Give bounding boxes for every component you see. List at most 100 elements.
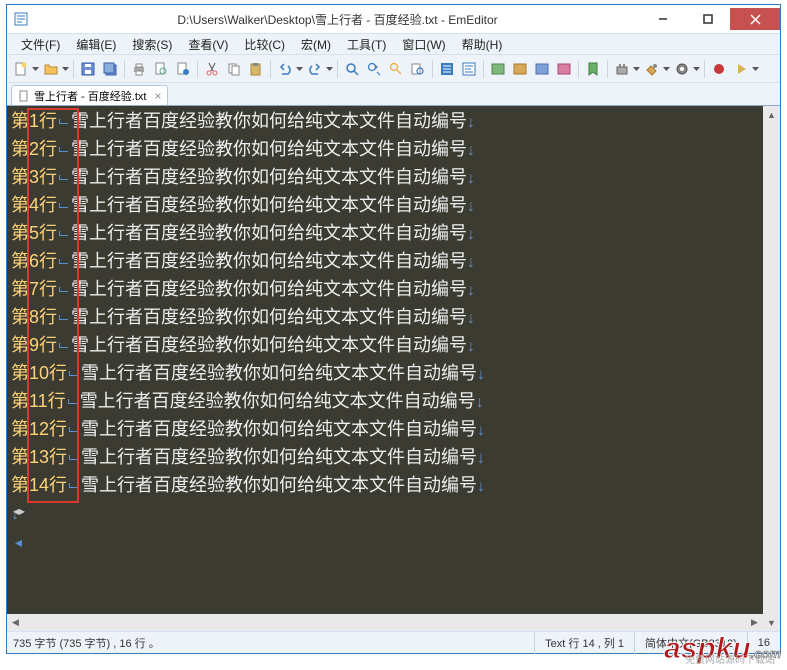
line-prefix: 第2行 xyxy=(11,139,57,159)
newline-icon: ↓ xyxy=(467,142,475,159)
find-in-files-icon[interactable] xyxy=(408,59,428,79)
newline-icon: ↓ xyxy=(467,338,475,355)
window-title: D:\Users\Walker\Desktop\雪上行者 - 百度经验.txt … xyxy=(35,11,640,28)
maximize-button[interactable] xyxy=(685,8,730,30)
separator-icon xyxy=(704,60,705,78)
scroll-track[interactable] xyxy=(24,614,746,631)
editor-line[interactable]: 第12行雪上行者百度经验教你如何给纯文本文件自动编号↓ xyxy=(11,416,776,444)
line-prefix: 第4行 xyxy=(11,195,57,215)
tools-icon[interactable] xyxy=(642,59,662,79)
customize-icon[interactable] xyxy=(672,59,692,79)
bookmark-icon[interactable] xyxy=(583,59,603,79)
tools-dropdown-icon[interactable] xyxy=(662,67,670,71)
newline-icon: ↓ xyxy=(467,310,475,327)
line-prefix: 第13行 xyxy=(11,447,67,467)
open-dropdown-icon[interactable] xyxy=(61,67,69,71)
line-prefix: 第8行 xyxy=(11,307,57,327)
paste-icon[interactable] xyxy=(246,59,266,79)
newline-icon: ↓ xyxy=(467,254,475,271)
scroll-right-icon[interactable]: ▶ xyxy=(746,614,763,631)
undo-dropdown-icon[interactable] xyxy=(295,67,303,71)
scroll-up-icon[interactable]: ▲ xyxy=(763,106,780,123)
undo-icon[interactable] xyxy=(275,59,295,79)
line-body: 雪上行者百度经验教你如何给纯文本文件自动编号 xyxy=(71,167,467,187)
find-next-icon[interactable] xyxy=(364,59,384,79)
line-body: 雪上行者百度经验教你如何给纯文本文件自动编号 xyxy=(81,447,477,467)
properties-icon[interactable] xyxy=(173,59,193,79)
redo-icon[interactable] xyxy=(305,59,325,79)
editor-area[interactable]: 第1行雪上行者百度经验教你如何给纯文本文件自动编号↓第2行雪上行者百度经验教你如… xyxy=(7,105,780,631)
macro-record-icon[interactable] xyxy=(709,59,729,79)
editor-line[interactable]: 第10行雪上行者百度经验教你如何给纯文本文件自动编号↓ xyxy=(11,360,776,388)
editor-line[interactable]: 第3行雪上行者百度经验教你如何给纯文本文件自动编号↓ xyxy=(11,164,776,192)
redo-dropdown-icon[interactable] xyxy=(325,67,333,71)
vertical-scrollbar[interactable]: ▲ ▼ xyxy=(763,106,780,631)
large-file-icon[interactable] xyxy=(554,59,574,79)
open-file-icon[interactable] xyxy=(41,59,61,79)
toolbar xyxy=(7,55,780,83)
plugins-icon[interactable] xyxy=(612,59,632,79)
menu-search[interactable]: 搜索(S) xyxy=(124,34,180,54)
title-bar[interactable]: D:\Users\Walker\Desktop\雪上行者 - 百度经验.txt … xyxy=(7,5,780,33)
config-icon[interactable] xyxy=(488,59,508,79)
separator-icon xyxy=(270,60,271,78)
new-file-icon[interactable] xyxy=(11,59,31,79)
newline-icon: ↓ xyxy=(477,422,485,439)
menu-view[interactable]: 查看(V) xyxy=(180,34,236,54)
cut-icon[interactable] xyxy=(202,59,222,79)
outline-icon[interactable] xyxy=(532,59,552,79)
editor-line[interactable]: 第13行雪上行者百度经验教你如何给纯文本文件自动编号↓ xyxy=(11,444,776,472)
editor-line[interactable]: 第5行雪上行者百度经验教你如何给纯文本文件自动编号↓ xyxy=(11,220,776,248)
customize-dropdown-icon[interactable] xyxy=(692,67,700,71)
editor-content[interactable]: 第1行雪上行者百度经验教你如何给纯文本文件自动编号↓第2行雪上行者百度经验教你如… xyxy=(7,106,780,558)
file-tab[interactable]: 雪上行者 - 百度经验.txt × xyxy=(11,85,168,105)
separator-icon xyxy=(607,60,608,78)
separator-icon xyxy=(578,60,579,78)
line-prefix: 第3行 xyxy=(11,167,57,187)
editor-line[interactable]: 第2行雪上行者百度经验教你如何给纯文本文件自动编号↓ xyxy=(11,136,776,164)
menu-compare[interactable]: 比较(C) xyxy=(236,34,293,54)
tab-close-icon[interactable]: × xyxy=(154,89,161,103)
menu-macros[interactable]: 宏(M) xyxy=(293,34,339,54)
separator-icon xyxy=(432,60,433,78)
close-button[interactable] xyxy=(730,8,780,30)
find-icon[interactable] xyxy=(342,59,362,79)
scroll-down-icon[interactable]: ▼ xyxy=(763,614,780,631)
editor-line[interactable]: 第14行雪上行者百度经验教你如何给纯文本文件自动编号↓ xyxy=(11,472,776,500)
scroll-left-icon[interactable]: ◀ xyxy=(7,614,24,631)
copy-icon[interactable] xyxy=(224,59,244,79)
print-preview-icon[interactable] xyxy=(151,59,171,79)
editor-line[interactable]: 第4行雪上行者百度经验教你如何给纯文本文件自动编号↓ xyxy=(11,192,776,220)
minimize-button[interactable] xyxy=(640,8,685,30)
wrap-none-icon[interactable] xyxy=(437,59,457,79)
horizontal-scrollbar[interactable]: ◀ ▶ xyxy=(7,614,763,631)
editor-line[interactable]: 第6行雪上行者百度经验教你如何给纯文本文件自动编号↓ xyxy=(11,248,776,276)
editor-line[interactable]: 第9行雪上行者百度经验教你如何给纯文本文件自动编号↓ xyxy=(11,332,776,360)
editor-line[interactable]: 第11行雪上行者百度经验教你如何给纯文本文件自动编号↓ xyxy=(11,388,776,416)
menu-file[interactable]: 文件(F) xyxy=(13,34,68,54)
save-icon[interactable] xyxy=(78,59,98,79)
replace-icon[interactable] xyxy=(386,59,406,79)
print-icon[interactable] xyxy=(129,59,149,79)
save-all-icon[interactable] xyxy=(100,59,120,79)
line-body: 雪上行者百度经验教你如何给纯文本文件自动编号 xyxy=(71,139,467,159)
tab-bar: 雪上行者 - 百度经验.txt × xyxy=(7,83,780,105)
tab-label: 雪上行者 - 百度经验.txt xyxy=(34,88,146,104)
wrap-window-icon[interactable] xyxy=(459,59,479,79)
line-prefix: 第6行 xyxy=(11,251,57,271)
macro-play-icon[interactable] xyxy=(731,59,751,79)
macro-dropdown-icon[interactable] xyxy=(751,67,759,71)
marks-icon[interactable] xyxy=(510,59,530,79)
menu-tools[interactable]: 工具(T) xyxy=(339,34,394,54)
menu-window[interactable]: 窗口(W) xyxy=(394,34,453,54)
menu-edit[interactable]: 编辑(E) xyxy=(68,34,124,54)
editor-line[interactable]: 第1行雪上行者百度经验教你如何给纯文本文件自动编号↓ xyxy=(11,108,776,136)
status-bytes: 735 字节 (735 字节) , 16 行 。 xyxy=(7,635,166,651)
new-dropdown-icon[interactable] xyxy=(31,67,39,71)
scroll-track[interactable] xyxy=(763,123,780,614)
editor-line[interactable]: 第8行雪上行者百度经验教你如何给纯文本文件自动编号↓ xyxy=(11,304,776,332)
line-body: 雪上行者百度经验教你如何给纯文本文件自动编号 xyxy=(71,279,467,299)
plugins-dropdown-icon[interactable] xyxy=(632,67,640,71)
menu-help[interactable]: 帮助(H) xyxy=(454,34,511,54)
editor-line[interactable]: 第7行雪上行者百度经验教你如何给纯文本文件自动编号↓ xyxy=(11,276,776,304)
